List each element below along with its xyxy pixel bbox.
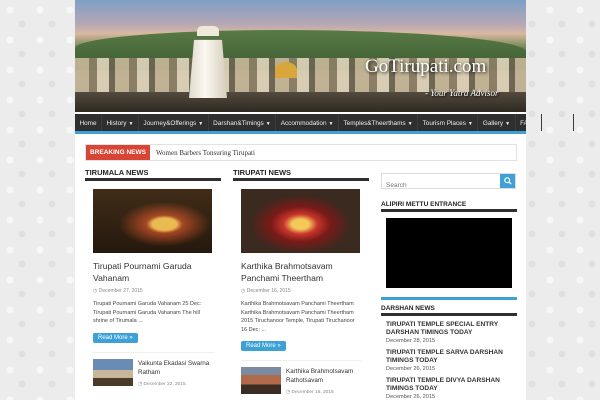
header-banner[interactable]: GoTirupati.com - Your Yatra Advisor [75, 0, 526, 112]
nav-label: Journey&Offerings [143, 120, 197, 127]
darshan-item-date: December 28, 2015 [386, 338, 436, 344]
nav-item-contact[interactable]: Contact [542, 114, 574, 131]
breaking-news-link[interactable]: Women Barbers Tonsuring Tirupati [156, 149, 255, 157]
nav-item-tourism[interactable]: Tourism Places ▼ [418, 114, 479, 131]
caret-down-icon: ▼ [198, 121, 204, 127]
small-post-date: ◷ December 22, 2015 [138, 380, 213, 389]
search-box [381, 173, 516, 193]
read-more-button[interactable]: Read More » [93, 332, 138, 343]
darshan-item-date: December 26, 2015 [386, 394, 436, 400]
small-post-date-text: December 22, 2015 [143, 381, 186, 387]
section-title: Tirumala News [85, 168, 221, 181]
nav-label: Contact [546, 120, 569, 127]
news-box: Tirupati Pournami Garuda Vahanam ◷ Decem… [85, 189, 221, 400]
search-icon [503, 177, 512, 185]
nav-label: Home [79, 120, 97, 127]
post-excerpt: Karthika Brahmotsavam Panchami Theertham… [241, 301, 355, 333]
caret-down-icon: ▼ [505, 121, 511, 127]
page-wrapper: GoTirupati.com - Your Yatra Advisor Home… [75, 0, 574, 400]
golden-dome [275, 62, 297, 78]
tirupati-news-section: Tirupati News Karthika Brahmotsavam Panc… [233, 168, 369, 400]
caret-down-icon: ▼ [265, 121, 271, 127]
nav-item-gallery[interactable]: Gallery ▼ [478, 114, 516, 131]
read-more-button[interactable]: Read More » [241, 341, 286, 352]
nav-item-temples[interactable]: Temples&Theerthams ▼ [339, 114, 419, 131]
nav-label: Darshan&Timings [213, 120, 264, 127]
nav-label: History [106, 120, 127, 127]
small-post-date-text: December 16, 2015 [291, 390, 334, 396]
small-post-thumbnail[interactable] [93, 358, 133, 386]
caret-down-icon: ▼ [407, 121, 413, 127]
list-item[interactable]: Vaikunta Ekadasi Swarna Ratham ◷ Decembe… [93, 351, 213, 389]
list-item[interactable]: Tirupati Temple Divya Darshan Timings To… [386, 377, 517, 400]
video-player[interactable] [386, 218, 512, 288]
nav-label: Accommodation [280, 120, 327, 127]
nav-label: Temples&Theerthams [343, 120, 406, 127]
section-title: Tirupati News [233, 168, 369, 181]
post-thumbnail[interactable] [241, 189, 360, 253]
list-item[interactable]: Tirupati Temple Sarva Darshan Timings To… [386, 349, 517, 372]
post-date-text: December 16, 2015 [246, 288, 291, 294]
darshan-item-title[interactable]: Tirupati Temple Special Entry Darshan Ti… [386, 321, 517, 337]
darshan-item-title[interactable]: Tirupati Temple Sarva Darshan Timings To… [386, 349, 517, 365]
post-title[interactable]: Karthika Brahmotsavam Panchami Theertham [241, 260, 361, 284]
small-post-date: ◷ December 16, 2015 [286, 388, 361, 397]
site-tagline: - Your Yatra Advisor [425, 88, 499, 98]
breaking-news-bar: Breaking News Women Barbers Tonsuring Ti… [85, 144, 517, 161]
nav-item-accommodation[interactable]: Accommodation ▼ [276, 114, 339, 131]
post-date: ◷ December 16, 2015 [241, 288, 361, 294]
breaking-news-label: Breaking News [86, 145, 150, 160]
tirumala-news-section: Tirumala News Tirupati Pournami Garuda V… [85, 168, 221, 400]
nav-item-history[interactable]: History ▼ [102, 114, 139, 131]
nav-label: Gallery [482, 120, 504, 127]
news-box: Karthika Brahmotsavam Panchami Theertham… [233, 189, 369, 400]
post-date-text: December 27, 2015 [98, 288, 143, 294]
temple-tower-top [197, 26, 219, 36]
small-post-title[interactable]: Vaikunta Ekadasi Swarna Ratham [138, 359, 213, 377]
section-title: Alipiri Mettu Entrance [381, 201, 517, 212]
darshan-news-section: Darshan News Tirupati Temple Special Ent… [381, 305, 517, 400]
caret-down-icon: ▼ [467, 121, 473, 127]
nav-item-home[interactable]: Home [75, 114, 103, 131]
site-logo-title[interactable]: GoTirupati.com [365, 56, 486, 78]
search-button[interactable] [500, 174, 515, 188]
small-post-thumbnail[interactable] [241, 367, 281, 395]
nav-label: FAQs [520, 120, 537, 127]
nav-item-darshan[interactable]: Darshan&Timings ▼ [209, 114, 277, 131]
darshan-item-title[interactable]: Tirupati Temple Divya Darshan Timings To… [386, 377, 517, 393]
small-post-title[interactable]: Karthika Brahmotsavam Rathotsavam [286, 367, 361, 385]
list-item[interactable]: Tirupati Temple Special Entry Darshan Ti… [386, 321, 517, 344]
nav-item-faqs[interactable]: FAQs [516, 114, 542, 131]
post-date: ◷ December 27, 2015 [93, 288, 213, 294]
post-thumbnail[interactable] [93, 189, 212, 253]
nav-label: Tourism Places [422, 120, 466, 127]
darshan-item-date: December 26, 2015 [386, 366, 436, 372]
alipiri-section: Alipiri Mettu Entrance [381, 201, 517, 300]
caret-down-icon: ▼ [328, 121, 334, 127]
main-nav: Home History ▼ Journey&Offerings ▼ Darshan… [75, 114, 574, 134]
post-title[interactable]: Tirupati Pournami Garuda Vahanam [93, 260, 213, 284]
list-item[interactable]: Karthika Brahmotsavam Rathotsavam ◷ Dece… [241, 360, 361, 397]
section-title: Darshan News [381, 305, 517, 316]
post-excerpt: Tirupati Pournami Garuda Vahanam 25 Dec:… [93, 301, 202, 325]
search-input[interactable] [382, 178, 500, 193]
caret-down-icon: ▼ [128, 121, 134, 127]
nav-item-journey[interactable]: Journey&Offerings ▼ [139, 114, 209, 131]
video-box [381, 218, 517, 300]
